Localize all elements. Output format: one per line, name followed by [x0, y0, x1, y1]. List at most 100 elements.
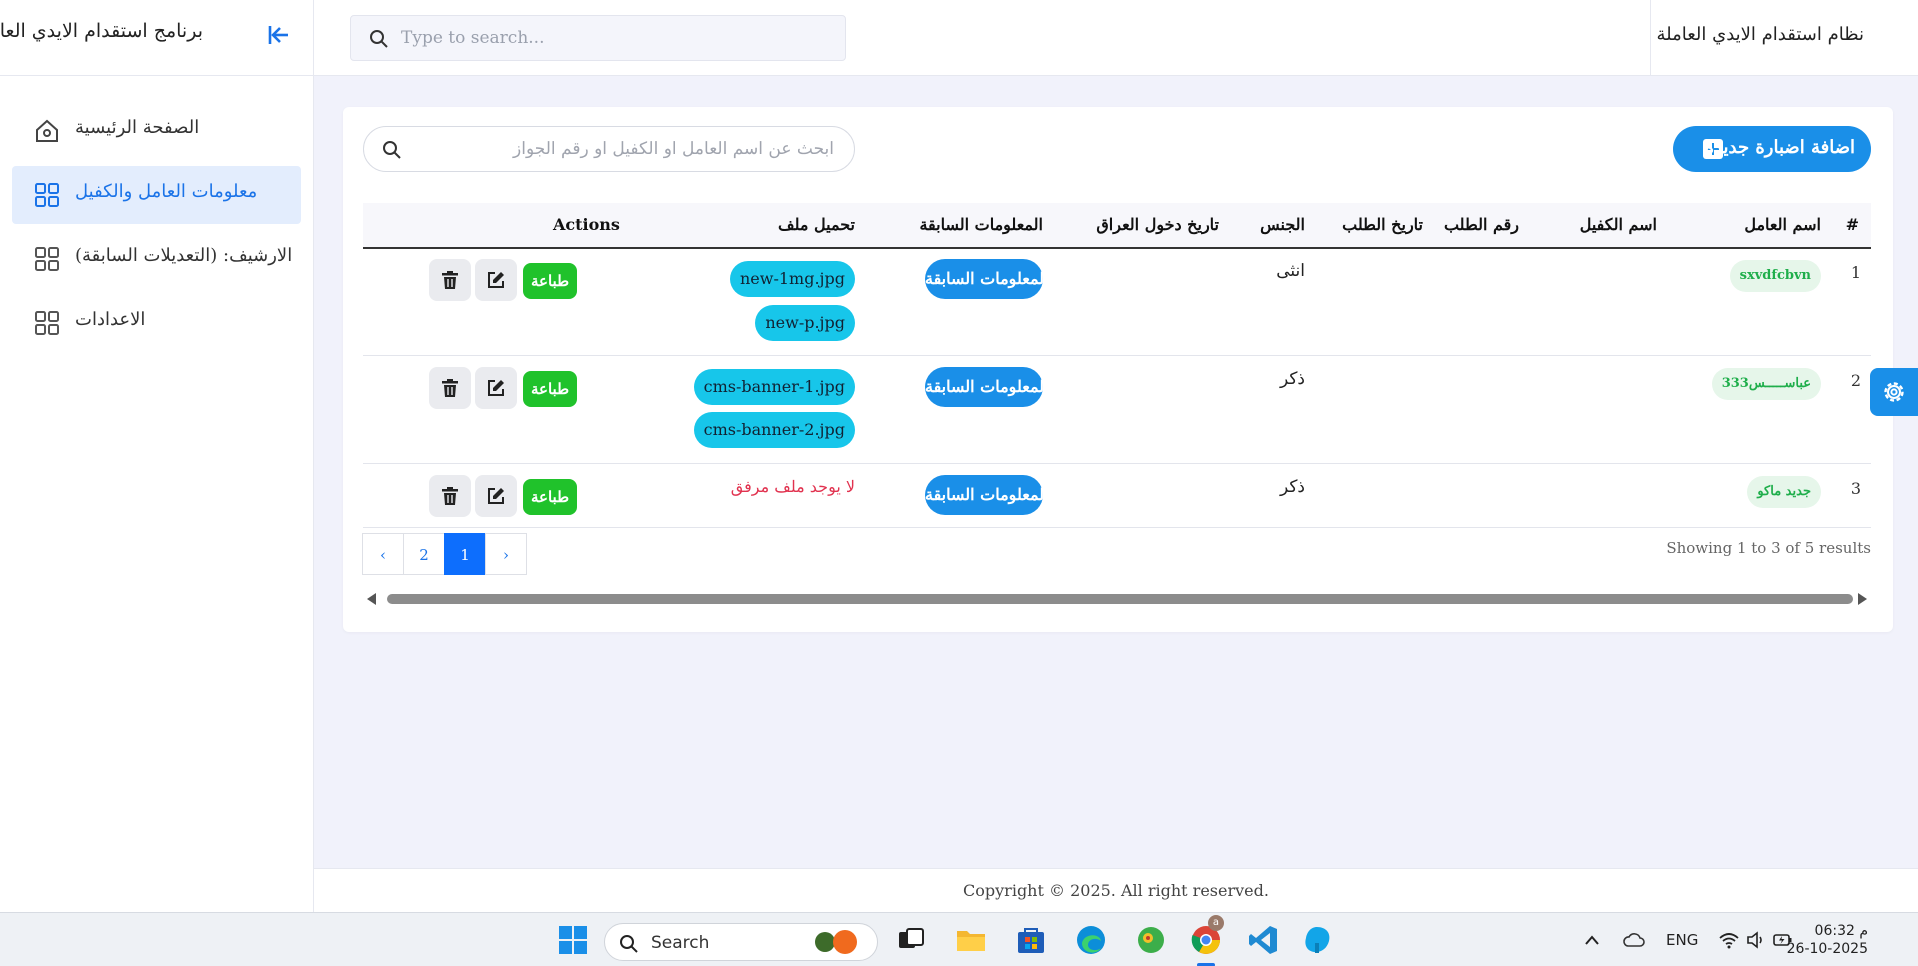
edge-icon[interactable]: [1074, 923, 1108, 957]
fruit-icon: [815, 932, 835, 952]
file-link[interactable]: cms-banner-2.jpg: [693, 412, 855, 448]
pagination: ‹ 2 1 ›: [362, 533, 527, 575]
sidebar-item-archive[interactable]: الارشيف: (التعديلات السابقة): [12, 230, 301, 288]
global-search[interactable]: [350, 15, 846, 61]
table-search-input[interactable]: [414, 136, 834, 162]
sidebar-item-label: الارشيف: (التعديلات السابقة): [75, 245, 293, 266]
column-actions: Actions: [553, 215, 620, 234]
topbar-divider: [1650, 0, 1651, 76]
print-button[interactable]: طباعة: [523, 479, 577, 515]
wifi-icon[interactable]: [1718, 931, 1740, 949]
task-view-icon[interactable]: [894, 923, 928, 957]
row-index: 1: [1850, 263, 1861, 282]
trash-icon: [442, 271, 458, 289]
chevron-up-icon[interactable]: [1584, 933, 1600, 947]
scroll-left-arrow-icon[interactable]: [367, 593, 376, 605]
speaker-icon[interactable]: [1746, 931, 1766, 949]
trash-icon: [442, 379, 458, 397]
print-button[interactable]: طباعة: [523, 263, 577, 299]
taskbar-search-label: Search: [651, 933, 710, 953]
sidebar-item-worker-sponsor-info[interactable]: معلومات العامل والكفيل: [12, 166, 301, 224]
no-file-text: لا يوجد ملف مرفق: [730, 477, 855, 496]
edit-icon: [488, 272, 504, 288]
scroll-right-arrow-icon[interactable]: [1858, 593, 1867, 605]
topbar: نظام استقدام الايدي العاملة: [314, 0, 1918, 76]
pagination-page-2[interactable]: 2: [403, 533, 445, 575]
column-file-upload[interactable]: تحميل ملف: [778, 215, 855, 234]
taskbar-search[interactable]: Search: [604, 923, 878, 961]
edit-button[interactable]: [475, 259, 517, 301]
file-explorer-icon[interactable]: [954, 923, 988, 957]
records-card: اضافة اضبارة جديدة # اسم العامل اسم الكف…: [343, 107, 1893, 632]
edit-button[interactable]: [475, 367, 517, 409]
delete-button[interactable]: [429, 367, 471, 409]
vscode-icon[interactable]: [1246, 923, 1280, 957]
language-indicator[interactable]: ENG: [1666, 931, 1698, 949]
system-title: نظام استقدام الايدي العاملة: [1656, 24, 1864, 45]
file-link[interactable]: new-1mg.jpg: [730, 261, 855, 297]
cloud-icon[interactable]: [1622, 931, 1646, 949]
column-gender[interactable]: الجنس: [1260, 215, 1305, 234]
horizontal-scrollbar[interactable]: [363, 592, 1871, 606]
scrollbar-thumb[interactable]: [387, 594, 1853, 604]
collapse-sidebar-icon[interactable]: [266, 22, 292, 48]
file-link[interactable]: new-p.jpg: [755, 305, 855, 341]
row-index: 2: [1850, 371, 1861, 390]
pagination-page-1[interactable]: 1: [444, 533, 486, 575]
os-taskbar: Search a ENG 06:32 م 26-10-2025: [0, 912, 1918, 966]
grid-icon: [35, 247, 59, 271]
column-sponsor-name[interactable]: اسم الكفيل: [1580, 215, 1657, 234]
copyright-text: Copyright © 2025. All right reserved.: [963, 881, 1269, 900]
gender-value: ذكر: [1279, 477, 1305, 497]
pagination-next[interactable]: ›: [485, 533, 527, 575]
delete-button[interactable]: [429, 475, 471, 517]
table-search[interactable]: [363, 126, 855, 172]
search-icon: [620, 935, 638, 953]
column-request-date[interactable]: تاريخ الطلب: [1342, 215, 1423, 234]
column-worker-name[interactable]: اسم العامل: [1744, 215, 1821, 234]
blue-app-icon[interactable]: [1300, 923, 1334, 957]
sidebar-item-settings[interactable]: الاعدادات: [12, 294, 301, 352]
settings-gear-button[interactable]: [1870, 368, 1918, 416]
results-count: Showing 1 to 3 of 5 results: [1666, 539, 1871, 557]
sidebar: برنامج استقدام الايدي العاملة الصفحة الر…: [0, 0, 314, 912]
chrome-profile-badge: a: [1208, 915, 1224, 931]
system-clock[interactable]: 06:32 م 26-10-2025: [1787, 922, 1868, 958]
previous-info-button[interactable]: المعلومات السابقة: [925, 475, 1049, 515]
gender-value: ذكر: [1279, 369, 1305, 389]
chameleon-app-icon[interactable]: [1134, 923, 1168, 957]
column-previous-info[interactable]: المعلومات السابقة: [919, 215, 1043, 234]
column-index: #: [1845, 215, 1859, 234]
previous-info-button[interactable]: المعلومات السابقة: [925, 367, 1049, 407]
edit-icon: [488, 380, 504, 396]
previous-info-button[interactable]: المعلومات السابقة: [925, 259, 1049, 299]
row-index: 3: [1850, 479, 1861, 498]
global-search-input[interactable]: [401, 24, 821, 52]
worker-name-badge: sxvdfcbvn: [1729, 260, 1821, 292]
sidebar-item-home[interactable]: الصفحة الرئيسية: [12, 102, 301, 160]
trash-icon: [442, 487, 458, 505]
column-request-number[interactable]: رقم الطلب: [1444, 215, 1519, 234]
store-icon[interactable]: [1014, 923, 1048, 957]
worker-name-badge: عباســـــس333: [1711, 368, 1821, 400]
table-row: 2 عباســـــس333 ذكر المعلومات السابقة cm…: [363, 357, 1871, 464]
edit-icon: [488, 488, 504, 504]
start-icon[interactable]: [556, 923, 590, 957]
delete-button[interactable]: [429, 259, 471, 301]
search-icon: [383, 141, 401, 159]
grid-icon: [35, 183, 59, 207]
app-title: برنامج استقدام الايدي العاملة: [0, 20, 203, 42]
file-link[interactable]: cms-banner-1.jpg: [693, 369, 855, 405]
pagination-prev[interactable]: ‹: [362, 533, 404, 575]
sidebar-item-label: معلومات العامل والكفيل: [75, 181, 258, 202]
home-icon: [36, 119, 58, 142]
table-row: 1 sxvdfcbvn انثى المعلومات السابقة new-1…: [363, 249, 1871, 356]
add-new-file-button[interactable]: اضافة اضبارة جديدة: [1673, 126, 1871, 172]
sidebar-item-label: الصفحة الرئيسية: [75, 117, 200, 138]
print-button[interactable]: طباعة: [523, 371, 577, 407]
search-icon: [370, 30, 388, 48]
sidebar-header: برنامج استقدام الايدي العاملة: [0, 0, 313, 76]
edit-button[interactable]: [475, 475, 517, 517]
gear-icon: [1884, 382, 1904, 402]
column-iraq-entry-date[interactable]: تاريخ دخول العراق: [1096, 215, 1219, 234]
